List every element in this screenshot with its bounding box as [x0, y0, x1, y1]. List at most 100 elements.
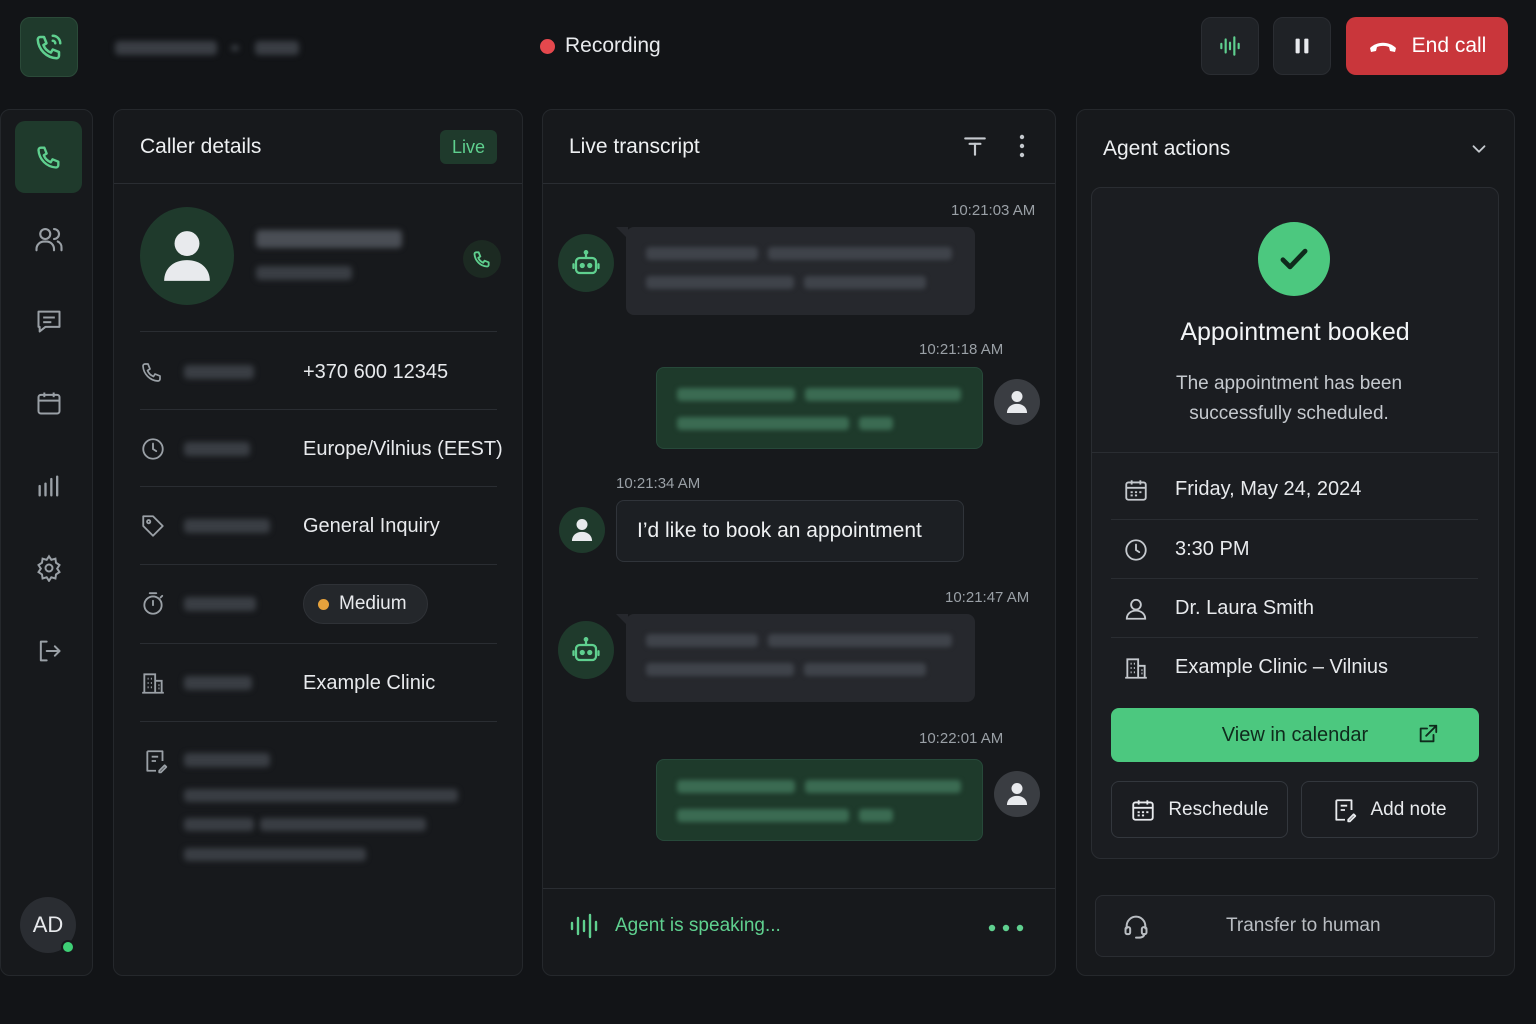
- sidebar-item-analytics[interactable]: [15, 450, 82, 522]
- message-timestamp: 10:21:34 AM: [616, 475, 701, 492]
- sidebar-nav: [0, 109, 93, 976]
- caller-category-row: General Inquiry: [140, 487, 497, 565]
- appointment-booked-title: Appointment booked: [1180, 318, 1410, 346]
- pause-button[interactable]: [1273, 17, 1331, 75]
- sidebar-item-messages[interactable]: [15, 285, 82, 357]
- transcript-title: Live transcript: [569, 135, 700, 158]
- recording-dot: [540, 38, 555, 54]
- sidebar-item-calendar[interactable]: [15, 367, 82, 439]
- caller-organization-row: Example Clinic: [140, 644, 497, 722]
- checkmark-icon: [1280, 248, 1308, 270]
- message-timestamp: 10:21:47 AM: [945, 589, 1030, 606]
- agent-avatar: [994, 379, 1040, 425]
- phone-icon: [36, 146, 59, 169]
- transfer-label: Transfer to human: [1226, 915, 1381, 936]
- phone-icon: [473, 251, 490, 268]
- call-separator-redacted: [231, 45, 239, 51]
- add-note-button[interactable]: Add note: [1301, 781, 1478, 838]
- end-call-label: End call: [1411, 34, 1487, 57]
- success-check: [1258, 222, 1330, 296]
- chat-icon: [37, 310, 60, 333]
- bot-avatar: [558, 234, 614, 292]
- sidebar-item-settings[interactable]: [15, 532, 82, 604]
- card-divider: [1092, 452, 1498, 453]
- caller-organization-value: Example Clinic: [303, 671, 436, 694]
- notes-label-redacted: [184, 753, 270, 767]
- filter-icon: [964, 137, 986, 156]
- organization-label-redacted: [184, 676, 252, 690]
- audio-waveform-button[interactable]: [1201, 17, 1259, 75]
- message-timestamp: 10:21:03 AM: [951, 202, 1036, 219]
- message-timestamp: 10:21:18 AM: [919, 341, 1004, 358]
- analytics-icon: [38, 475, 58, 497]
- caller-message-bubble: I’d like to book an appointment: [616, 500, 964, 562]
- more-vertical-icon: [1019, 134, 1025, 158]
- transcript-footer-divider: [543, 888, 1055, 889]
- collapse-actions-button[interactable]: [1468, 138, 1490, 160]
- live-badge: Live: [440, 130, 497, 164]
- appointment-date-value: Friday, May 24, 2024: [1175, 478, 1362, 500]
- transcript-more-button[interactable]: [1010, 133, 1034, 159]
- speaking-status-label: Agent is speaking...: [615, 915, 781, 936]
- agent-message-bubble: [656, 759, 983, 841]
- view-in-calendar-button[interactable]: View in calendar: [1111, 708, 1479, 762]
- sidebar-item-contacts[interactable]: [15, 203, 82, 275]
- call-duration-redacted: [255, 41, 299, 55]
- caller-divider: [140, 331, 497, 332]
- caller-message-text: I’d like to book an appointment: [637, 519, 922, 542]
- message-timestamp: 10:22:01 AM: [919, 730, 1004, 747]
- notes-line-redacted: [184, 818, 254, 831]
- appointment-doctor-row: Dr. Laura Smith: [1111, 579, 1478, 638]
- reschedule-button[interactable]: Reschedule: [1111, 781, 1288, 838]
- transcript-filter-button[interactable]: [962, 133, 988, 159]
- tag-icon: [142, 515, 164, 537]
- caller-notes-icon-wrap: [143, 748, 169, 774]
- clock-icon: [1125, 538, 1147, 561]
- caller-message-avatar: [559, 507, 605, 553]
- person-icon: [164, 231, 210, 281]
- calendar-icon: [1125, 479, 1147, 501]
- appointment-date-row: Friday, May 24, 2024: [1111, 460, 1478, 519]
- person-icon: [1125, 598, 1147, 620]
- person-icon: [1006, 783, 1028, 805]
- recording-label: Recording: [565, 34, 661, 57]
- note-icon: [1335, 798, 1357, 822]
- agent-avatar: [994, 771, 1040, 817]
- speaking-status: Agent is speaking...: [569, 912, 781, 940]
- timezone-label-redacted: [184, 442, 250, 456]
- caller-subtitle-redacted: [256, 266, 352, 280]
- end-call-button[interactable]: End call: [1346, 17, 1508, 75]
- caller-details-title: Caller details: [140, 135, 262, 158]
- caller-phone-row: +370 600 12345: [140, 333, 497, 411]
- call-title-redacted: [115, 41, 217, 55]
- appointment-location-value: Example Clinic – Vilnius: [1175, 656, 1389, 678]
- sidebar-item-calls[interactable]: [15, 121, 82, 193]
- pause-icon: [1295, 38, 1309, 54]
- agent-message-bubble: [656, 367, 983, 449]
- appointment-time-row: 3:30 PM: [1111, 520, 1478, 579]
- bot-avatar: [558, 621, 614, 679]
- priority-label-redacted: [184, 597, 256, 611]
- phone-icon: [142, 363, 161, 382]
- appointment-doctor-value: Dr. Laura Smith: [1175, 597, 1314, 619]
- transfer-to-human-button[interactable]: Transfer to human: [1095, 895, 1495, 957]
- caller-call-button[interactable]: [463, 240, 501, 278]
- notes-line-redacted: [260, 818, 426, 831]
- caller-phone-value: +370 600 12345: [303, 360, 449, 383]
- app-logo[interactable]: [20, 17, 78, 77]
- appointment-time-value: 3:30 PM: [1175, 538, 1250, 560]
- settings-icon: [36, 554, 61, 582]
- hangup-icon: [1369, 42, 1396, 52]
- building-icon: [142, 673, 164, 694]
- timer-icon: [143, 592, 164, 615]
- contacts-icon: [34, 227, 63, 252]
- caller-avatar: [140, 207, 234, 305]
- waveform-icon: [570, 913, 598, 939]
- speaking-dots-icon: [987, 923, 1025, 933]
- sidebar-item-logout[interactable]: [15, 615, 82, 687]
- priority-value: Medium: [339, 593, 407, 614]
- person-icon: [571, 519, 593, 541]
- calendar-icon: [37, 392, 60, 415]
- building-icon: [1125, 657, 1147, 679]
- recording-indicator: Recording: [540, 34, 661, 58]
